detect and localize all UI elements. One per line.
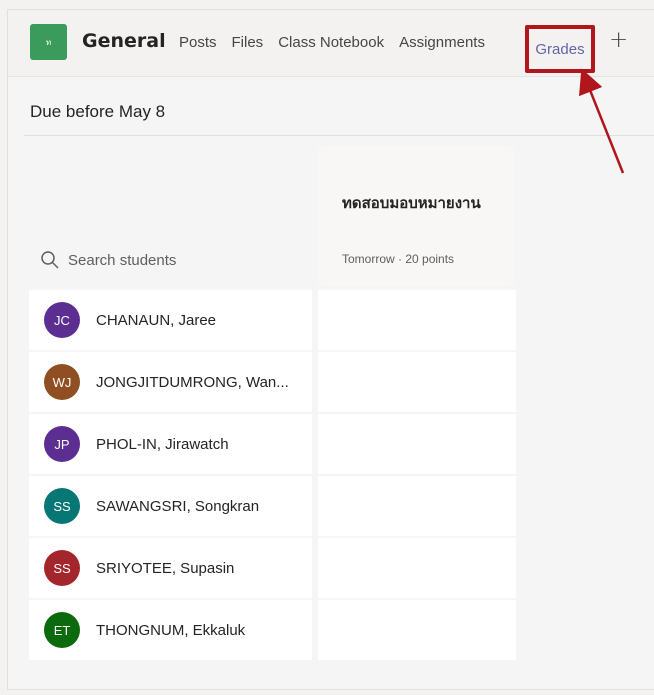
student-search xyxy=(40,250,268,270)
tab-class-notebook[interactable]: Class Notebook xyxy=(278,34,384,51)
search-icon xyxy=(41,251,59,269)
avatar: JC xyxy=(44,302,80,338)
student-name: SRIYOTEE, Supasin xyxy=(96,559,235,577)
student-name: PHOL-IN, Jirawatch xyxy=(96,435,229,453)
grade-cell[interactable] xyxy=(318,538,516,598)
avatar: SS xyxy=(44,488,80,524)
tab-grades[interactable]: Grades xyxy=(535,41,584,58)
student-name: CHANAUN, Jaree xyxy=(96,311,217,329)
tab-bar: Posts Files Class Notebook Assignments xyxy=(179,34,500,51)
add-tab-icon[interactable]: + xyxy=(609,27,628,53)
assignment-title: ทดสอบมอบหมายงาน xyxy=(342,194,481,212)
avatar: JP xyxy=(44,426,80,462)
assignment-meta: Tomorrow · 20 points xyxy=(342,252,455,266)
student-row[interactable]: WJ JONGJITDUMRONG, Wan... xyxy=(29,352,312,412)
search-input[interactable] xyxy=(68,251,268,269)
channel-header: ท General Posts Files Class Notebook Ass… xyxy=(8,10,654,77)
divider xyxy=(24,135,654,136)
student-row[interactable]: ET THONGNUM, Ekkaluk xyxy=(29,600,312,660)
grades-highlight-box: Grades xyxy=(525,25,595,73)
grade-cell[interactable] xyxy=(318,290,516,350)
student-row[interactable]: SS SAWANGSRI, Songkran xyxy=(29,476,312,536)
tab-assignments[interactable]: Assignments xyxy=(399,34,485,51)
grade-cell[interactable] xyxy=(318,414,516,474)
grades-view: ท General Posts Files Class Notebook Ass… xyxy=(7,9,654,690)
student-name: JONGJITDUMRONG, Wan... xyxy=(96,373,289,391)
avatar: ET xyxy=(44,612,80,648)
grade-cell[interactable] xyxy=(318,600,516,660)
student-name: THONGNUM, Ekkaluk xyxy=(96,621,246,639)
grade-cell[interactable] xyxy=(318,476,516,536)
student-name: SAWANGSRI, Songkran xyxy=(96,497,260,515)
student-row[interactable]: JC CHANAUN, Jaree xyxy=(29,290,312,350)
avatar: SS xyxy=(44,550,80,586)
tab-posts[interactable]: Posts xyxy=(179,34,217,51)
channel-title: General xyxy=(82,30,166,52)
assignment-column-header[interactable]: ทดสอบมอบหมายงาน Tomorrow · 20 points xyxy=(318,146,514,286)
student-row[interactable]: JP PHOL-IN, Jirawatch xyxy=(29,414,312,474)
due-date-heading: Due before May 8 xyxy=(30,102,166,121)
student-row[interactable]: SS SRIYOTEE, Supasin xyxy=(29,538,312,598)
grade-cell[interactable] xyxy=(318,352,516,412)
avatar: WJ xyxy=(44,364,80,400)
team-avatar[interactable]: ท xyxy=(30,24,67,60)
tab-files[interactable]: Files xyxy=(232,34,264,51)
